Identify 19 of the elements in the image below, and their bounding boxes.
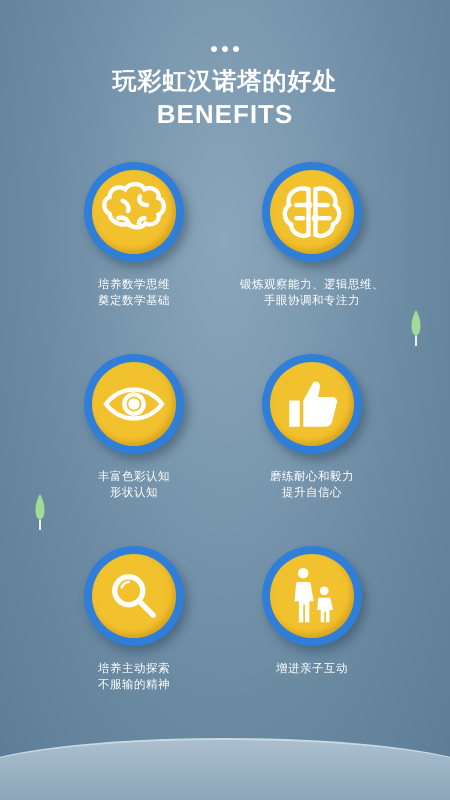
benefit-text: 增进亲子互动 [276,660,348,676]
benefit-text: 培养数学思维 [98,276,170,292]
benefit-text: 锻炼观察能力、逻辑思维、 [240,276,384,292]
benefit-text: 形状认知 [109,484,159,500]
benefit-text: 丰富色彩认知 [98,468,170,484]
magnifier-icon [112,574,156,618]
benefit-text: 培养主动探索 [98,660,170,676]
page-title: 玩彩虹汉诺塔的好处 [110,66,338,96]
benefit-text: 磨练耐心和毅力 [270,468,354,484]
parent-child-icon [294,568,333,622]
page-subtitle: BENEFITS [156,98,294,130]
benefit-text: 奠定数学基础 [98,292,170,308]
benefit-text: 手眼协调和专注力 [263,292,361,308]
benefit-text: 提升自信心 [281,484,343,500]
eye-icon [104,387,164,421]
benefit-text: 不服输的精神 [98,676,170,692]
brain-circuit-icon [282,186,342,238]
brain-icon [102,182,166,230]
thumbs-up-icon [289,382,338,427]
